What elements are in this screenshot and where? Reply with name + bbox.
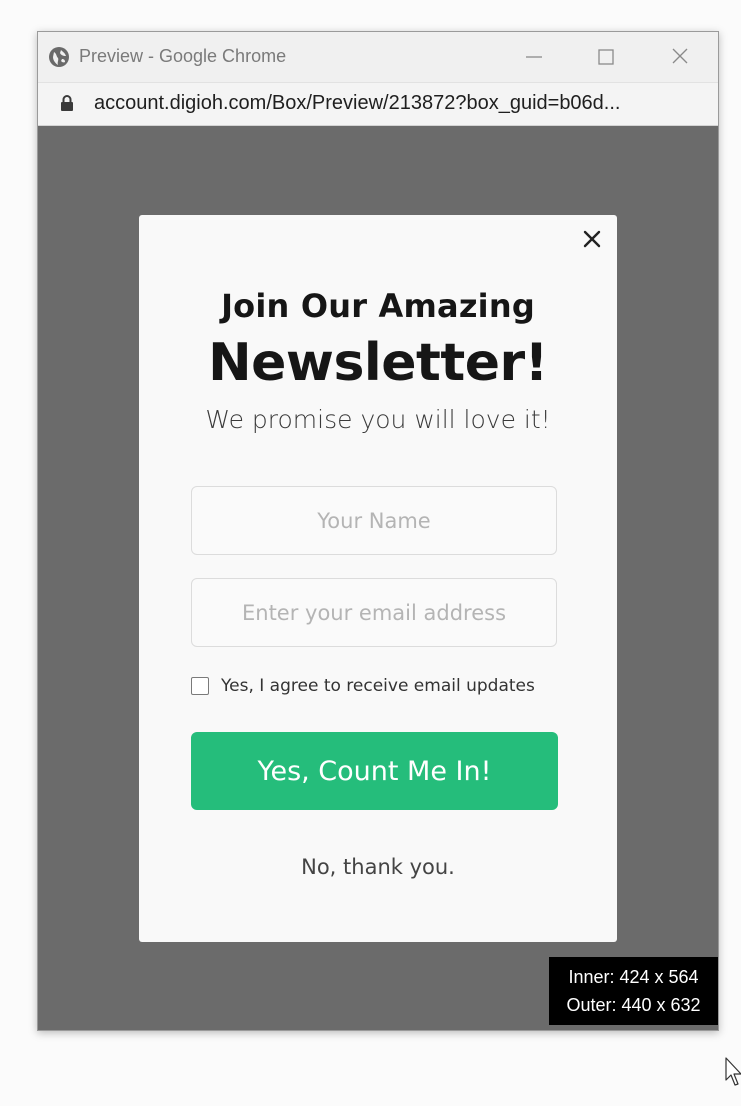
subscribe-button[interactable]: Yes, Count Me In! bbox=[191, 732, 558, 810]
browser-window: Preview - Google Chrome account.digioh.c… bbox=[37, 31, 719, 1031]
url-text[interactable]: account.digioh.com/Box/Preview/213872?bo… bbox=[94, 92, 620, 115]
inner-size-text: Inner: 424 x 564 bbox=[568, 967, 699, 987]
name-input[interactable] bbox=[191, 486, 557, 555]
page-viewport: Join Our Amazing Newsletter! We promise … bbox=[38, 126, 718, 1030]
outer-size-text: Outer: 440 x 632 bbox=[566, 995, 701, 1015]
close-icon[interactable] bbox=[660, 42, 700, 72]
close-icon[interactable] bbox=[580, 227, 604, 251]
title-bar[interactable]: Preview - Google Chrome bbox=[38, 32, 718, 83]
window-size-overlay: Inner: 424 x 564 Outer: 440 x 632 bbox=[549, 957, 718, 1025]
globe-icon bbox=[49, 47, 69, 67]
email-input[interactable] bbox=[191, 578, 557, 647]
popup-heading-line1: Join Our Amazing bbox=[221, 287, 535, 325]
minimize-icon[interactable] bbox=[514, 42, 554, 72]
maximize-icon[interactable] bbox=[586, 42, 626, 72]
newsletter-popup: Join Our Amazing Newsletter! We promise … bbox=[139, 215, 617, 942]
consent-row[interactable]: Yes, I agree to receive email updates bbox=[191, 675, 535, 697]
popup-subtitle: We promise you will love it! bbox=[205, 405, 551, 434]
decline-link[interactable]: No, thank you. bbox=[139, 855, 617, 879]
lock-icon bbox=[61, 95, 73, 111]
address-bar[interactable]: account.digioh.com/Box/Preview/213872?bo… bbox=[38, 83, 718, 126]
popup-heading-line2: Newsletter! bbox=[208, 333, 548, 393]
consent-label: Yes, I agree to receive email updates bbox=[221, 676, 535, 696]
mouse-cursor-icon bbox=[725, 1057, 741, 1086]
window-title: Preview - Google Chrome bbox=[79, 46, 287, 66]
consent-checkbox[interactable] bbox=[191, 677, 209, 695]
